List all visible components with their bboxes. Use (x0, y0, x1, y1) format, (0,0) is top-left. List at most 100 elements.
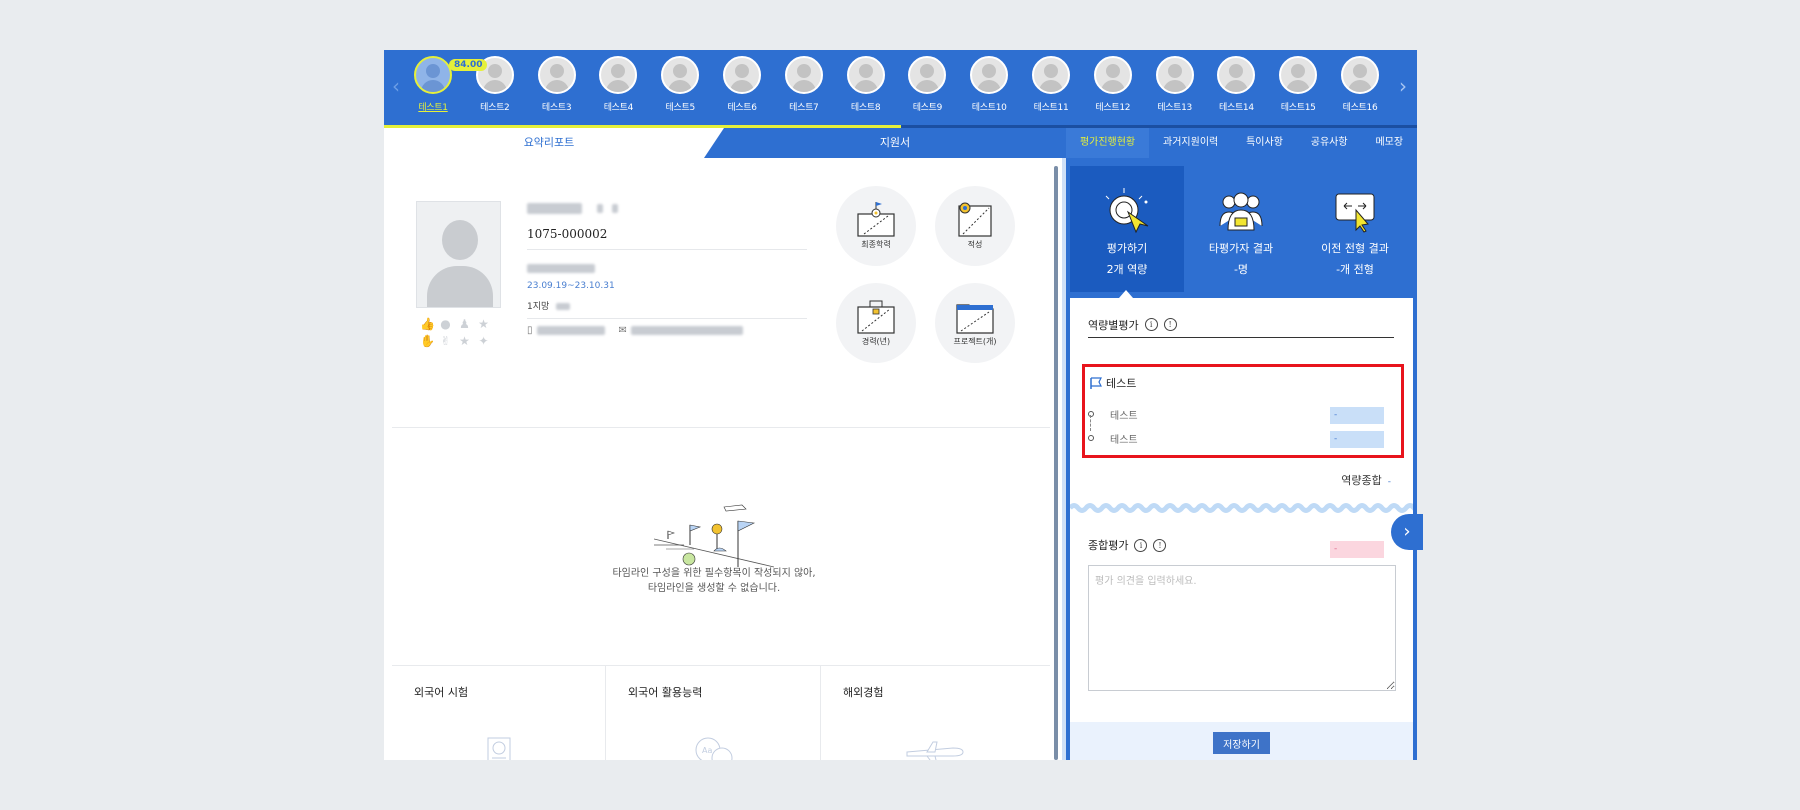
clap-icon[interactable]: ✦ (477, 335, 490, 348)
foreign-language-ability-section: 외국어 활용능력 Aa (606, 666, 821, 760)
contact-row: ▯ ✉ (527, 325, 807, 336)
tab-shared-notes[interactable]: 공유사항 (1297, 128, 1362, 158)
alert-icon[interactable]: ! (1163, 318, 1177, 331)
tab-memo[interactable]: 메모장 (1362, 128, 1417, 158)
competency-item-score[interactable]: - (1330, 407, 1384, 424)
overall-score[interactable]: - (1330, 541, 1384, 558)
summary-report-panel: 👍 ● ♟ ★ ✋ ✌ ★ ✦ 1075-000002 23.09.19~23.… (384, 158, 1058, 760)
tab-application-form[interactable]: 지원서 (704, 128, 1066, 158)
raise-hand-icon[interactable]: ✌ (439, 335, 452, 348)
phone-redacted (536, 326, 605, 335)
tab-summary-report[interactable]: 요약리포트 (384, 128, 714, 158)
candidate-item[interactable]: 84.00 테스트1 (407, 56, 488, 113)
applicant-photo (416, 201, 501, 308)
education-label: 최종학력 (861, 240, 891, 249)
applicant-id: 1075-000002 (527, 227, 608, 241)
thumbs-up-icon[interactable]: 👍 (420, 318, 435, 331)
briefcase-icon (857, 300, 895, 334)
other-evaluators-card[interactable]: 타평가자 결과 -명 (1184, 166, 1298, 292)
candidate-item[interactable]: 테스트11 (1025, 56, 1077, 113)
info-icon[interactable]: i (1134, 538, 1148, 552)
left-tabs: 요약리포트 지원서 (384, 128, 1066, 158)
competency-total: 역량종합 - (1341, 472, 1391, 488)
competency-item: 테스트 - (1088, 404, 1398, 424)
hand-icon[interactable]: ✋ (420, 335, 435, 348)
candidate-item[interactable]: 테스트12 (1087, 56, 1139, 113)
competency-group-name: 테스트 (1106, 377, 1137, 390)
candidate-strip: ‹ 84.00 테스트1 테스트2 테스트3 테스트4 테스트5 테스트6 테스트7 테스트8 테… (384, 50, 1417, 128)
candidate-item[interactable]: 테스트6 (716, 56, 768, 113)
competency-eval-title: 역량별평가 (1088, 318, 1139, 332)
previous-stage-card[interactable]: 이전 전형 결과 -개 전형 (1298, 166, 1412, 292)
project-label: 프로젝트(개) (953, 337, 997, 346)
reaction-icons: 👍 ● ♟ ★ ✋ ✌ ★ ✦ (420, 318, 500, 348)
candidate-item[interactable]: 테스트13 (1149, 56, 1201, 113)
chevron-right-icon[interactable]: › (1391, 514, 1423, 550)
tab-eval-progress[interactable]: 평가진행현황 (1066, 128, 1150, 158)
save-bar: 저장하기 (1070, 722, 1413, 760)
competency-eval-header: 역량별평가 i ! (1088, 312, 1394, 338)
avatar (1341, 56, 1379, 94)
aptitude-label: 적성 (967, 240, 983, 249)
tab-past-history[interactable]: 과거지원이력 (1149, 128, 1232, 158)
candidate-item[interactable]: 테스트3 (531, 56, 583, 113)
candidate-name: 테스트10 (971, 103, 1007, 113)
competency-group-header: 테스트 (1090, 375, 1136, 391)
left-scrollbar[interactable] (1054, 166, 1058, 760)
avatar (846, 56, 885, 94)
aptitude-button[interactable]: 적성 (935, 186, 1015, 266)
other-evaluators-subtitle: -명 (1233, 263, 1249, 276)
career-button[interactable]: 경력(년) (836, 283, 916, 363)
evaluation-app: ‹ 84.00 테스트1 테스트2 테스트3 테스트4 테스트5 테스트6 테스트7 테스트8 테… (384, 50, 1417, 760)
previous-stage-title: 이전 전형 결과 (1321, 242, 1389, 255)
competency-total-label: 역량종합 (1341, 474, 1382, 487)
candidate-name: 테스트5 (665, 103, 696, 113)
project-button[interactable]: 프로젝트(개) (935, 283, 1015, 363)
education-button[interactable]: 최종학력 (836, 186, 916, 266)
circle-icon[interactable]: ● (439, 318, 452, 331)
info-icon[interactable]: i (1144, 318, 1158, 331)
chevron-right-icon[interactable]: › (1395, 74, 1411, 98)
candidate-item[interactable]: 테스트10 (963, 56, 1015, 113)
competency-group-highlight: 테스트 테스트 - 테스트 - (1082, 364, 1404, 458)
candidate-item[interactable]: 테스트4 (592, 56, 644, 113)
candidate-item[interactable]: 테스트14 (1210, 56, 1262, 113)
save-button[interactable]: 저장하기 (1213, 732, 1270, 754)
candidate-item[interactable]: 테스트7 (778, 56, 830, 113)
tab-special-notes[interactable]: 특이사항 (1232, 128, 1297, 158)
preference-line: 1지망 (527, 299, 807, 312)
mail-icon: ✉ (618, 325, 627, 336)
other-evaluators-title: 타평가자 결과 (1208, 242, 1274, 255)
avatar (661, 56, 700, 94)
candidate-name: 테스트15 (1280, 103, 1316, 113)
evaluate-touch-icon (1105, 188, 1149, 234)
star-icon[interactable]: ★ (477, 318, 490, 331)
candidate-item[interactable]: 테스트9 (901, 56, 953, 113)
overseas-experience-title: 해외경험 (843, 686, 884, 699)
timeline-message-line1: 타임라인 구성을 위한 필수항목이 작성되지 않아, (612, 568, 816, 579)
star-filled-icon[interactable]: ★ (458, 335, 471, 348)
overseas-experience-section: 해외경험 (821, 666, 1050, 760)
timeline-empty-message: 타임라인 구성을 위한 필수항목이 작성되지 않아, 타임라인을 생성할 수 없… (544, 566, 884, 596)
evaluate-card[interactable]: 평가하기 2개 역량 (1070, 166, 1184, 292)
candidate-item[interactable]: 테스트8 (840, 56, 892, 113)
candidate-item[interactable]: 테스트15 (1272, 56, 1324, 113)
avatar (908, 56, 947, 94)
applicant-name-redacted (527, 198, 807, 217)
candidate-item[interactable]: 테스트16 (1334, 56, 1386, 113)
bullet-icon (1088, 435, 1094, 441)
candidate-name: 테스트16 (1342, 103, 1378, 113)
candidate-item[interactable]: 테스트5 (654, 56, 706, 113)
person-icon[interactable]: ♟ (458, 318, 471, 331)
avatar (970, 56, 1009, 94)
avatar (784, 56, 823, 94)
career-label: 경력(년) (861, 337, 891, 346)
phone-icon: ▯ (527, 325, 533, 336)
competency-item-score[interactable]: - (1330, 431, 1384, 448)
chevron-left-icon[interactable]: ‹ (388, 74, 404, 98)
candidate-name: 테스트9 (912, 103, 943, 113)
foreign-language-test-section: 외국어 시험 (392, 666, 606, 760)
alert-icon[interactable]: ! (1153, 538, 1167, 552)
competency-item-name: 테스트 (1110, 435, 1138, 446)
opinion-textarea[interactable] (1088, 565, 1396, 691)
